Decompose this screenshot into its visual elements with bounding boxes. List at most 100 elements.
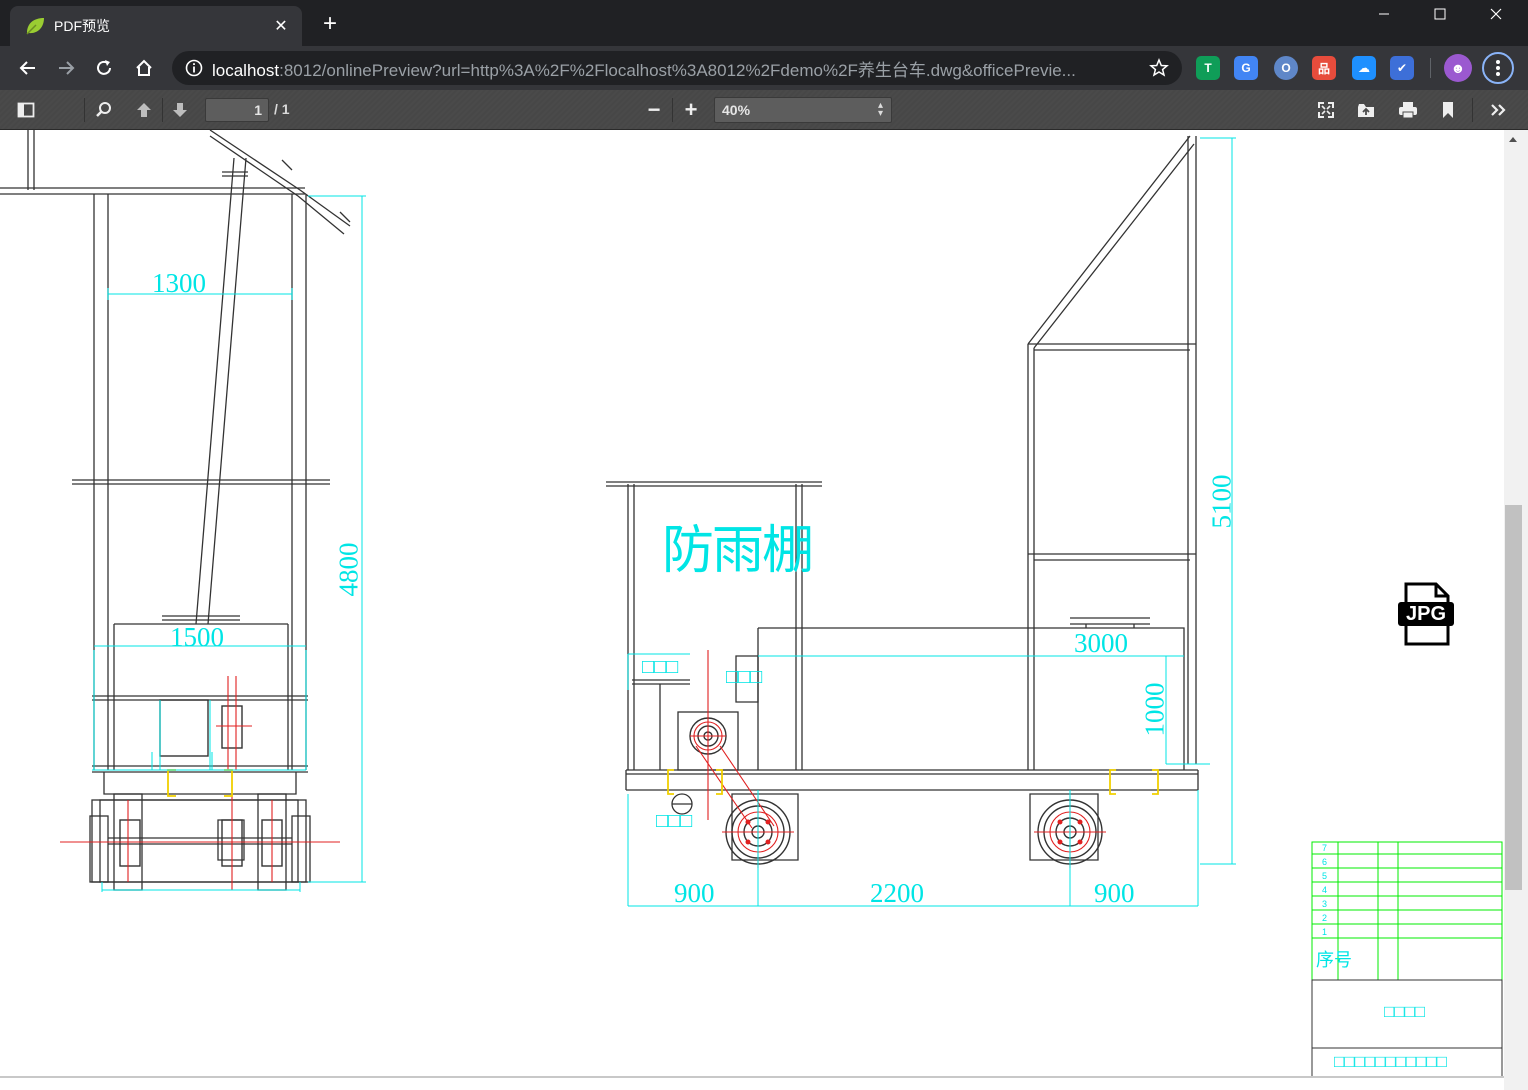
ext-glyph: ☁ (1358, 61, 1370, 75)
double-chevron-right-icon (1491, 104, 1506, 116)
reload-button[interactable] (90, 54, 118, 82)
bookmark-button[interactable] (1434, 96, 1462, 124)
profile-avatar[interactable]: ☻ (1444, 54, 1472, 82)
browser-menu-button[interactable] (1482, 52, 1514, 84)
back-button[interactable] (14, 54, 42, 82)
ext-glyph: G (1241, 61, 1251, 75)
home-button[interactable] (130, 54, 158, 82)
title-block-header: 序号 (1316, 950, 1352, 970)
tab-close-icon[interactable]: ✕ (270, 15, 292, 37)
url-host: localhost (212, 60, 280, 80)
tab-title: PDF预览 (54, 18, 110, 34)
zoom-select[interactable]: 40% ▴ ▾ (714, 97, 892, 123)
new-tab-button[interactable]: + (316, 10, 344, 38)
sidebar-icon (17, 102, 35, 118)
title-block-caption-1: □□□□ (1384, 1002, 1426, 1021)
window-minimize-button[interactable] (1356, 0, 1412, 28)
presentation-mode-button[interactable] (1312, 96, 1340, 124)
close-icon (1490, 8, 1502, 20)
page-count: / 1 (274, 101, 290, 117)
dim-left-height: 4800 (333, 542, 364, 597)
zoom-value: 40% (722, 102, 751, 118)
label-b: □□□ (726, 666, 763, 688)
dim-left-width-top: 1300 (152, 268, 206, 298)
tools-button[interactable] (1484, 96, 1512, 124)
toolbar-divider (162, 98, 163, 122)
printer-icon (1399, 102, 1417, 119)
ext-arrow-icon[interactable]: ✔ (1390, 56, 1414, 80)
dim-span-left: 900 (674, 878, 715, 908)
zoom-out-button[interactable]: − (640, 96, 668, 124)
dim-tank-width: 3000 (1074, 628, 1128, 658)
page-number-input[interactable] (205, 98, 269, 122)
title-block-row-number: 7 (1322, 843, 1328, 853)
forward-button[interactable] (52, 54, 80, 82)
sidebar-toggle-button[interactable] (12, 96, 40, 124)
scrollbar-thumb[interactable] (1505, 505, 1522, 890)
select-caret-icon: ▴ ▾ (877, 100, 883, 119)
maximize-icon (1434, 8, 1446, 20)
reload-icon (97, 60, 111, 75)
label-c: □□□ (656, 810, 693, 832)
leaf-icon (26, 18, 44, 35)
tab-pdf-preview[interactable]: PDF预览 ✕ (10, 6, 302, 46)
title-block-row-number: 6 (1322, 857, 1328, 867)
kebab-menu-icon (1496, 60, 1500, 76)
find-button[interactable] (90, 96, 118, 124)
toolbar-divider (1472, 98, 1473, 122)
toolbar-separator (1430, 58, 1431, 78)
scroll-up-icon[interactable] (1508, 134, 1518, 144)
window-close-button[interactable] (1468, 0, 1524, 28)
arrow-down-icon (173, 103, 187, 117)
open-file-button[interactable] (1352, 96, 1380, 124)
ext-cloud-icon[interactable]: ☁ (1352, 56, 1376, 80)
dim-span-right: 900 (1094, 878, 1135, 908)
title-block-row-number: 3 (1322, 899, 1328, 909)
star-icon (1149, 58, 1169, 77)
browser-toolbar: localhost:8012/onlinePreview?url=http%3A… (0, 46, 1528, 90)
arrow-left-icon (19, 61, 35, 75)
home-icon (136, 59, 152, 76)
toolbar-divider (84, 98, 85, 122)
ext-glyph: ✔ (1396, 61, 1408, 75)
bookmark-star-button[interactable] (1146, 55, 1172, 81)
title-block-row-number: 5 (1322, 871, 1328, 881)
jpg-file-icon[interactable]: JPG (1398, 582, 1454, 646)
address-bar[interactable]: localhost:8012/onlinePreview?url=http%3A… (172, 51, 1182, 85)
arrow-up-icon (137, 103, 151, 117)
bookmark-icon (1443, 102, 1453, 118)
ext-circle-icon[interactable]: O (1274, 56, 1298, 80)
minimize-icon (1379, 13, 1389, 15)
label-a: □□□ (642, 656, 679, 678)
dim-span-mid: 2200 (870, 878, 924, 908)
url-path: :8012/onlinePreview?url=http%3A%2F%2Floc… (279, 60, 1076, 80)
zoom-in-button[interactable]: + (677, 96, 705, 124)
toolbar-divider (672, 98, 673, 122)
pdf-toolbar: / 1 − + 40% ▴▾ (0, 90, 1528, 130)
arrow-right-icon (59, 61, 75, 75)
url-text[interactable]: localhost:8012/onlinePreview?url=http%3A… (212, 56, 1146, 81)
next-page-button[interactable] (166, 96, 194, 124)
window-maximize-button[interactable] (1412, 0, 1468, 28)
title-block-row-number: 4 (1322, 885, 1328, 895)
ext-tampermonkey-icon[interactable]: T (1196, 56, 1220, 80)
jpg-label: JPG (1405, 603, 1447, 625)
search-icon (96, 102, 111, 117)
ext-house-icon[interactable]: 品 (1312, 56, 1336, 80)
tab-strip: PDF预览 ✕ + (0, 0, 1528, 46)
page-bottom-edge (0, 1076, 1504, 1078)
fullscreen-icon (1318, 102, 1334, 118)
cad-drawing (0, 130, 1503, 1076)
info-icon[interactable] (184, 58, 204, 78)
ext-glyph: O (1281, 61, 1291, 75)
ext-glyph: T (1204, 61, 1212, 75)
title-block-row-number: 2 (1322, 913, 1328, 923)
ext-translate-icon[interactable]: G (1234, 56, 1258, 80)
print-button[interactable] (1394, 96, 1422, 124)
dim-right-height-total: 5100 (1206, 474, 1237, 529)
dim-left-width-box: 1500 (170, 622, 224, 652)
drawing-title: 防雨棚 (662, 521, 814, 581)
previous-page-button[interactable] (130, 96, 158, 124)
dim-tank-height: 1000 (1139, 682, 1170, 737)
pdf-viewer[interactable]: 1300 1500 4800 防雨棚 5100 3000 1000 900 22… (0, 130, 1528, 1090)
